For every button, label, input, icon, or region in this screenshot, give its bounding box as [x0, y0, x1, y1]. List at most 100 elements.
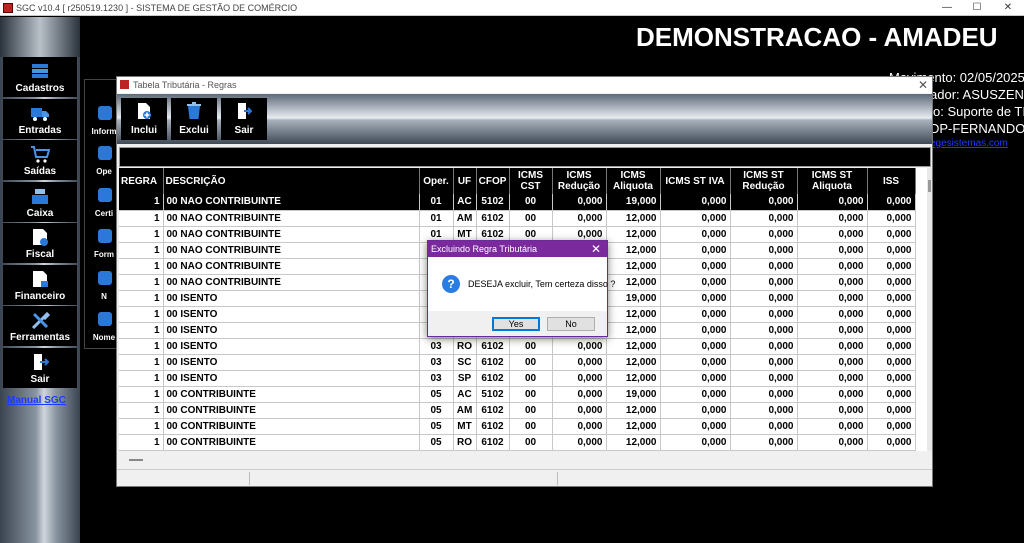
- column-header[interactable]: CFOP: [476, 168, 510, 194]
- column-header[interactable]: Oper.: [419, 168, 454, 194]
- table-cell: 0,000: [730, 242, 798, 259]
- sidebar-item-sadas[interactable]: Saídas: [3, 140, 77, 180]
- table-cell: 0,000: [660, 338, 731, 355]
- info-host: DP-FERNANDO: [930, 121, 1024, 136]
- minimize-button[interactable]: —: [932, 1, 962, 15]
- column-header[interactable]: REGRA: [119, 168, 164, 194]
- status-divider: [249, 472, 250, 485]
- table-cell: 00 ISENTO: [163, 306, 420, 323]
- table-cell: 0,000: [797, 402, 868, 419]
- table-cell: 0,000: [730, 418, 798, 435]
- column-header[interactable]: ICMS Aliquota: [606, 168, 661, 194]
- table-cell: 0,000: [797, 242, 868, 259]
- table-cell: 0,000: [867, 274, 916, 291]
- table-cell: 00: [509, 418, 553, 435]
- table-cell: 0,000: [660, 306, 731, 323]
- table-cell: 0,000: [730, 210, 798, 227]
- sidebar-item-financeiro[interactable]: Financeiro: [3, 265, 77, 305]
- column-header[interactable]: ICMS ST Aliquota: [797, 168, 868, 194]
- column-header[interactable]: UF: [453, 168, 477, 194]
- dialog-close-button[interactable]: ✕: [591, 242, 601, 256]
- table-cell: 0,000: [552, 194, 607, 211]
- table-cell: 0,000: [867, 338, 916, 355]
- column-header[interactable]: ISS: [867, 168, 916, 194]
- table-cell: 0,000: [730, 258, 798, 275]
- horizontal-scrollbar[interactable]: [119, 453, 931, 467]
- horizontal-scroll-thumb[interactable]: [129, 459, 143, 461]
- table-cell: 0,000: [797, 434, 868, 451]
- table-cell: 0,000: [797, 258, 868, 275]
- table-cell: 0,000: [660, 274, 731, 291]
- vertical-scrollbar[interactable]: [927, 168, 932, 451]
- table-row[interactable]: 1 00 CONTRIBUINTE 05 RO 6102 00 0,000 12,000 0,0…: [119, 434, 916, 451]
- sidebar-item-fiscal[interactable]: Fiscal: [3, 223, 77, 263]
- info-grupo: o: Suporte de TI: [933, 104, 1024, 119]
- table-cell: 12,000: [606, 322, 661, 339]
- table-row[interactable]: 1 00 CONTRIBUINTE 05 MT 6102 00 0,000 12,000 0,0…: [119, 418, 916, 435]
- maximize-button[interactable]: ☐: [962, 1, 992, 15]
- exclui-button[interactable]: Exclui: [171, 98, 217, 140]
- table-cell: 00 CONTRIBUINTE: [163, 418, 420, 435]
- tabela-close-button[interactable]: ✕: [918, 78, 928, 92]
- table-cell: 0,000: [867, 370, 916, 387]
- table-cell: 00: [509, 434, 553, 451]
- table-cell: SC: [453, 354, 477, 371]
- sair-toolbar-button[interactable]: Sair: [221, 98, 267, 140]
- dialog-footer: Yes No: [428, 311, 607, 336]
- column-header[interactable]: ICMS ST Redução: [730, 168, 798, 194]
- table-cell: 12,000: [606, 242, 661, 259]
- menu-item-icon: [98, 106, 112, 120]
- table-row[interactable]: 1 00 ISENTO 03 SP 6102 00 0,000 12,000 0,000 0,00…: [119, 370, 916, 387]
- table-cell: 0,000: [660, 226, 731, 243]
- table-cell: 00: [509, 354, 553, 371]
- inclui-button[interactable]: Inclui: [121, 98, 167, 140]
- table-cell: 1: [119, 290, 164, 307]
- table-row[interactable]: 1 00 NAO CONTRIBUINTE 01 AM 6102 00 0,000 12,00…: [119, 210, 916, 227]
- column-header[interactable]: DESCRIÇÃO: [163, 168, 420, 194]
- column-header[interactable]: ICMS Redução: [552, 168, 607, 194]
- table-cell: 0,000: [867, 306, 916, 323]
- tabela-title: Tabela Tributária - Regras: [133, 80, 237, 90]
- table-row[interactable]: 1 00 ISENTO 03 SC 6102 00 0,000 12,000 0,000 0,00…: [119, 354, 916, 371]
- sidebar-item-cadastros[interactable]: Cadastros: [3, 57, 77, 97]
- column-header[interactable]: ICMS ST IVA: [660, 168, 731, 194]
- vertical-scroll-thumb[interactable]: [928, 180, 931, 192]
- table-cell: 03: [419, 370, 454, 387]
- sidebar-item-ferramentas[interactable]: Ferramentas: [3, 306, 77, 346]
- table-cell: 03: [419, 354, 454, 371]
- table-cell: 0,000: [730, 226, 798, 243]
- yes-button[interactable]: Yes: [492, 317, 540, 331]
- table-cell: 00 ISENTO: [163, 290, 420, 307]
- table-cell: 6102: [476, 370, 510, 387]
- table-cell: 1: [119, 210, 164, 227]
- fiscal-document-icon: [33, 229, 48, 246]
- no-button[interactable]: No: [547, 317, 595, 331]
- table-row[interactable]: 1 00 CONTRIBUINTE 05 AC 5102 00 0,000 19,000 0,0…: [119, 386, 916, 403]
- table-cell: 00 NAO CONTRIBUINTE: [163, 274, 420, 291]
- table-row[interactable]: 1 00 ISENTO 03 RO 6102 00 0,000 12,000 0,000 0,00…: [119, 338, 916, 355]
- delete-confirm-dialog: Excluindo Regra Tributária ✕ ? DESEJA ex…: [427, 240, 615, 337]
- table-cell: 1: [119, 338, 164, 355]
- menu-item-icon: [98, 188, 112, 202]
- table-cell: 0,000: [660, 322, 731, 339]
- table-cell: AC: [453, 194, 477, 211]
- table-cell: 1: [119, 402, 164, 419]
- sidebar-item-sair[interactable]: Sair: [3, 348, 77, 388]
- sidebar-item-caixa[interactable]: Caixa: [3, 182, 77, 222]
- table-cell: 0,000: [730, 354, 798, 371]
- column-header[interactable]: ICMS CST: [509, 168, 553, 194]
- close-app-button[interactable]: ✕: [993, 1, 1023, 15]
- table-cell: 00: [509, 370, 553, 387]
- table-row[interactable]: 1 00 CONTRIBUINTE 05 AM 6102 00 0,000 12,000 0,0…: [119, 402, 916, 419]
- table-cell: 12,000: [606, 338, 661, 355]
- sidebar-item-entradas[interactable]: Entradas: [3, 99, 77, 139]
- info-site-link[interactable]: egesistemas.com: [930, 138, 1008, 149]
- table-row[interactable]: 1 00 NAO CONTRIBUINTE 01 AC 5102 00 0,000 19,00…: [119, 194, 916, 211]
- table-cell: 12,000: [606, 402, 661, 419]
- table-cell: 01: [419, 210, 454, 227]
- table-cell: 05: [419, 402, 454, 419]
- table-cell: 1: [119, 322, 164, 339]
- menu-item-icon: [98, 271, 112, 285]
- trash-icon: [187, 102, 201, 119]
- manual-sgc-link[interactable]: Manual SGC: [7, 395, 66, 406]
